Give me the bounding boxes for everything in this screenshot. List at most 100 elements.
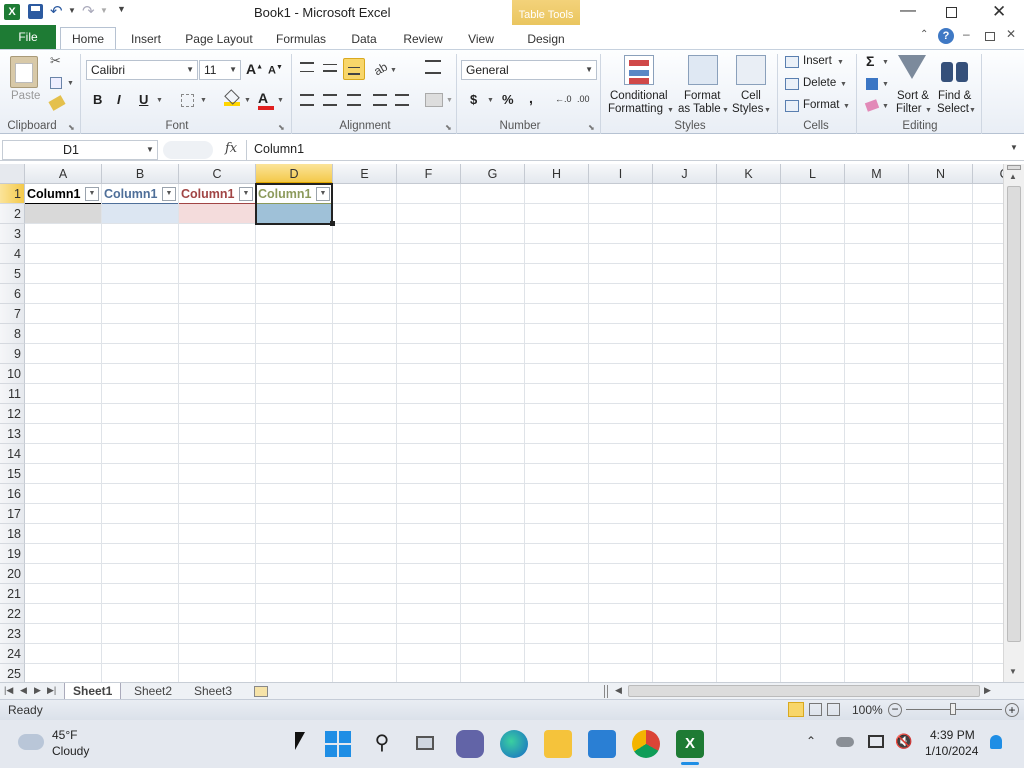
chrome-icon[interactable] <box>632 730 660 758</box>
insert-dropdown-icon[interactable]: ▼ <box>837 59 844 66</box>
currency-dropdown-icon[interactable]: ▼ <box>487 97 494 104</box>
format-as-table-dropdown-icon[interactable]: ▼ <box>722 107 729 114</box>
format-cells-button[interactable]: Format <box>803 99 839 111</box>
weather-temp[interactable]: 45°F <box>52 728 77 742</box>
autosum-dropdown-icon[interactable]: ▼ <box>882 59 889 66</box>
normal-view-icon[interactable] <box>788 702 804 717</box>
redo-dropdown-icon[interactable]: ▼ <box>100 6 108 15</box>
cell-styles-icon[interactable] <box>736 55 766 85</box>
task-view-icon[interactable] <box>412 730 440 758</box>
sort-filter-label-1[interactable]: Sort & <box>897 90 929 102</box>
microsoft-store-icon[interactable] <box>588 730 616 758</box>
binoculars-icon[interactable] <box>941 56 969 82</box>
cell-styles-dropdown-icon[interactable]: ▼ <box>764 107 771 114</box>
font-size-combo[interactable]: 11 ▼ <box>199 60 241 80</box>
underline-button[interactable]: U <box>139 92 148 107</box>
alignment-launcher-icon[interactable]: ⬊ <box>445 123 452 132</box>
align-right-icon[interactable] <box>347 94 361 106</box>
filter-dropdown-icon[interactable]: ▼ <box>239 187 253 201</box>
filter-dropdown-icon[interactable]: ▼ <box>162 187 176 201</box>
sort-filter-dropdown-icon[interactable]: ▼ <box>925 107 932 114</box>
increase-indent-icon[interactable] <box>395 94 409 106</box>
paste-icon[interactable] <box>10 56 38 88</box>
undo-icon[interactable]: ↶ <box>50 2 63 20</box>
wrap-text-icon[interactable] <box>425 60 441 74</box>
column-header-h[interactable]: H <box>525 164 589 184</box>
merge-dropdown-icon[interactable]: ▼ <box>446 97 453 104</box>
column-header-k[interactable]: K <box>717 164 781 184</box>
scroll-up-arrow-icon[interactable]: ▲ <box>1009 172 1017 181</box>
conditional-formatting-label-1[interactable]: Conditional <box>610 90 668 102</box>
last-sheet-arrow-icon[interactable]: ▶| <box>47 685 56 696</box>
column-header-e[interactable]: E <box>333 164 397 184</box>
row-header-20[interactable]: 20 <box>0 564 25 584</box>
tab-view[interactable]: View <box>462 29 500 49</box>
row-header-19[interactable]: 19 <box>0 544 25 564</box>
cell-styles-label-2[interactable]: Styles <box>732 103 763 115</box>
row-header-4[interactable]: 4 <box>0 244 25 264</box>
tab-formulas[interactable]: Formulas <box>272 29 330 49</box>
name-box-dropdown-icon[interactable]: ▼ <box>146 145 154 154</box>
first-sheet-arrow-icon[interactable]: |◀ <box>4 685 13 696</box>
table-data-cell[interactable] <box>256 204 332 223</box>
column-header-d[interactable]: D <box>256 164 333 184</box>
font-name-combo[interactable]: Calibri ▼ <box>86 60 198 80</box>
tab-file[interactable]: File <box>0 25 56 49</box>
volume-muted-icon[interactable]: 🔇 <box>895 733 912 750</box>
scroll-left-arrow-icon[interactable]: ◀ <box>615 685 622 696</box>
fill-color-icon[interactable] <box>224 89 240 108</box>
customize-toolbar-icon[interactable]: ▼ <box>117 4 126 14</box>
column-header-i[interactable]: I <box>589 164 653 184</box>
filter-dropdown-icon[interactable]: ▼ <box>85 187 99 201</box>
column-header-o[interactable]: O <box>973 164 1003 184</box>
align-left-icon[interactable] <box>300 94 314 106</box>
copy-dropdown-icon[interactable]: ▼ <box>67 80 74 87</box>
row-header-14[interactable]: 14 <box>0 444 25 464</box>
cell-styles-label-1[interactable]: Cell <box>741 90 761 102</box>
scroll-right-arrow-icon[interactable]: ▶ <box>984 685 991 696</box>
close-button[interactable]: ✕ <box>992 2 1006 22</box>
tab-home[interactable]: Home <box>60 27 116 50</box>
column-header-f[interactable]: F <box>397 164 461 184</box>
number-format-combo[interactable]: General ▼ <box>461 60 597 80</box>
table-data-cell[interactable] <box>102 204 178 223</box>
delete-cells-button[interactable]: Delete <box>803 77 836 89</box>
paste-button[interactable]: Paste <box>11 90 40 102</box>
minimize-button[interactable]: — <box>900 2 916 20</box>
scroll-down-arrow-icon[interactable]: ▼ <box>1009 667 1017 676</box>
tab-data[interactable]: Data <box>344 29 384 49</box>
merge-center-icon[interactable] <box>425 93 443 107</box>
row-header-18[interactable]: 18 <box>0 524 25 544</box>
sort-filter-label-2[interactable]: Filter <box>896 103 922 115</box>
find-select-label-1[interactable]: Find & <box>938 90 971 102</box>
edge-browser-icon[interactable] <box>500 730 528 758</box>
clock-time[interactable]: 4:39 PM <box>930 728 975 742</box>
format-as-table-icon[interactable] <box>688 55 718 85</box>
save-icon[interactable] <box>28 4 43 19</box>
clipboard-launcher-icon[interactable]: ⬊ <box>68 123 75 132</box>
column-header-c[interactable]: C <box>179 164 256 184</box>
row-header-1[interactable]: 1 <box>0 184 25 204</box>
fill-handle[interactable] <box>330 221 335 226</box>
windows-start-icon[interactable] <box>324 730 352 758</box>
expand-formula-bar-icon[interactable]: ▼ <box>1010 143 1018 152</box>
clock-date[interactable]: 1/10/2024 <box>925 744 978 758</box>
row-header-23[interactable]: 23 <box>0 624 25 644</box>
column-header-l[interactable]: L <box>781 164 845 184</box>
row-header-7[interactable]: 7 <box>0 304 25 324</box>
find-select-label-2[interactable]: Select <box>937 103 969 115</box>
workbook-close-icon[interactable]: ✕ <box>1006 27 1016 41</box>
column-header-j[interactable]: J <box>653 164 717 184</box>
workbook-minimize-icon[interactable]: – <box>963 27 970 41</box>
font-launcher-icon[interactable]: ⬊ <box>278 123 285 132</box>
percent-button[interactable]: % <box>502 92 514 107</box>
page-break-view-icon[interactable] <box>827 703 840 716</box>
clear-dropdown-icon[interactable]: ▼ <box>882 103 889 110</box>
fill-dropdown-icon[interactable]: ▼ <box>882 81 889 88</box>
row-header-22[interactable]: 22 <box>0 604 25 624</box>
row-header-16[interactable]: 16 <box>0 484 25 504</box>
find-select-dropdown-icon[interactable]: ▼ <box>969 107 976 114</box>
tab-insert[interactable]: Insert <box>124 29 168 49</box>
restore-button[interactable] <box>946 7 957 18</box>
filter-dropdown-icon[interactable]: ▼ <box>316 187 330 201</box>
